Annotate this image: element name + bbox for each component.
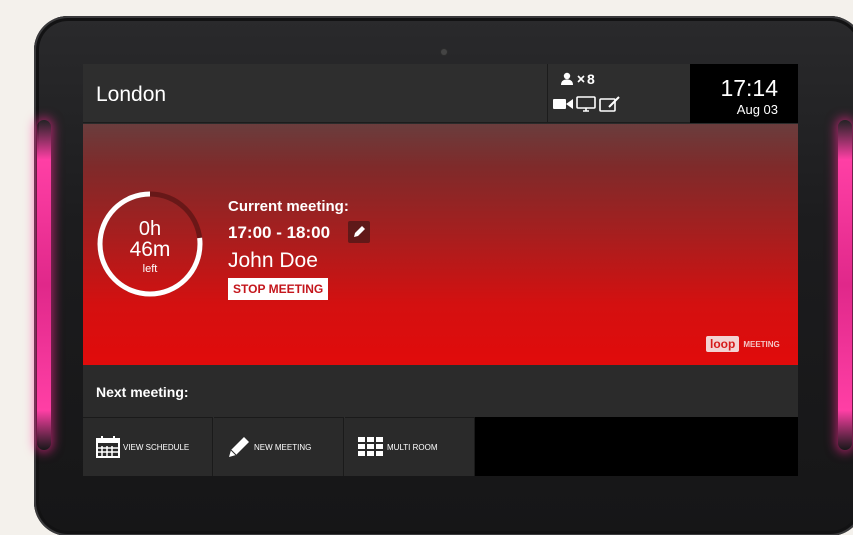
brand-logo: loop MEETING xyxy=(706,336,780,352)
capacity-indicator: 8 xyxy=(561,71,595,87)
equipment-icons xyxy=(553,96,621,112)
calendar-icon xyxy=(96,436,120,458)
whiteboard-icon xyxy=(599,96,620,112)
pencil-icon xyxy=(229,437,249,457)
room-capabilities: 8 xyxy=(547,64,690,123)
brand-logo-text: MEETING xyxy=(743,339,780,349)
monitor-icon xyxy=(576,96,596,112)
clock-panel: 17:14 Aug 03 xyxy=(690,64,798,123)
stage: London 8 17:14 Aug 03 0h 46m left Curren… xyxy=(0,0,853,535)
multi-room-button[interactable]: MULTI ROOM xyxy=(345,417,475,476)
multi-room-label: MULTI ROOM xyxy=(387,442,438,452)
people-icon xyxy=(561,72,573,85)
meeting-organizer: John Doe xyxy=(228,249,318,272)
next-meeting-bar: Next meeting: xyxy=(83,365,798,417)
front-camera xyxy=(441,49,447,55)
left-status-led xyxy=(37,120,51,450)
pencil-icon xyxy=(354,226,365,237)
right-status-led xyxy=(838,120,852,450)
clock-date: Aug 03 xyxy=(736,102,778,117)
current-meeting-panel: 0h 46m left Current meeting: 17:00 - 18:… xyxy=(83,124,798,365)
remaining-suffix: left xyxy=(142,263,158,275)
current-meeting-label: Current meeting: xyxy=(228,198,349,215)
time-remaining-ring: 0h 46m left xyxy=(96,190,204,298)
new-meeting-button[interactable]: NEW MEETING xyxy=(214,417,344,476)
nav-empty-area xyxy=(475,417,798,476)
clock-time: 17:14 xyxy=(720,75,778,101)
room-display-screen: London 8 17:14 Aug 03 0h 46m left Curren… xyxy=(83,64,798,476)
remaining-minutes: 46m xyxy=(129,238,171,261)
meeting-time-range: 17:00 - 18:00 xyxy=(228,223,331,242)
stop-meeting-button[interactable]: STOP MEETING xyxy=(228,278,329,300)
edit-meeting-button[interactable] xyxy=(348,221,370,243)
bottom-nav: VIEW SCHEDULE NEW MEETING MULTI ROOM xyxy=(83,417,798,476)
camera-icon xyxy=(553,99,573,109)
grid-icon xyxy=(358,437,383,456)
brand-logo-mark: loop xyxy=(706,336,740,352)
capacity-count: 8 xyxy=(587,71,595,87)
header-bar: London 8 17:14 Aug 03 xyxy=(83,64,798,123)
times-icon xyxy=(577,75,585,83)
view-schedule-button[interactable]: VIEW SCHEDULE xyxy=(83,417,213,476)
view-schedule-label: VIEW SCHEDULE xyxy=(123,442,190,452)
room-name: London xyxy=(96,83,167,106)
new-meeting-label: NEW MEETING xyxy=(254,442,312,452)
next-meeting-label: Next meeting: xyxy=(96,384,189,400)
